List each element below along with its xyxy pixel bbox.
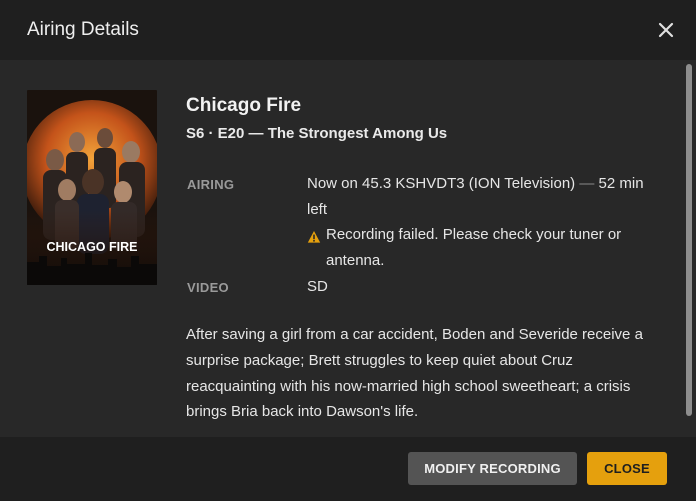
video-label: VIDEO [187, 280, 229, 295]
airing-channel: Now on 45.3 KSHVDT3 (ION Television) [307, 175, 576, 192]
dialog-header: Airing Details [0, 0, 696, 60]
episode-title: S6 · E20 — The Strongest Among Us [186, 125, 448, 142]
dialog-body: CHICAGO FIRE Chicago Fire S6 · E20 — The… [0, 60, 696, 437]
airing-dash: — [579, 175, 595, 192]
body-scrollbar[interactable] [686, 64, 692, 416]
airing-details-dialog: Airing Details CHICAGO FIRE Chicago Fire… [0, 0, 696, 501]
dialog-title: Airing Details [27, 19, 139, 40]
airing-value: Now on 45.3 KSHVDT3 (ION Television) — 5… [307, 171, 657, 273]
video-value: SD [307, 278, 328, 295]
airing-label: AIRING [187, 177, 235, 192]
warning-text: Recording failed. Please check your tune… [326, 226, 622, 269]
close-icon[interactable] [656, 20, 676, 40]
modify-recording-button[interactable]: MODIFY RECORDING [408, 452, 577, 485]
airing-status: Now on 45.3 KSHVDT3 (ION Television) — 5… [307, 171, 657, 222]
close-button[interactable]: CLOSE [587, 452, 667, 485]
show-title: Chicago Fire [186, 95, 302, 116]
show-poster: CHICAGO FIRE [27, 90, 157, 285]
dialog-footer: MODIFY RECORDING CLOSE [0, 437, 696, 501]
poster-title-art: CHICAGO FIRE [47, 240, 138, 254]
episode-summary: After saving a girl from a car accident,… [186, 326, 643, 421]
recording-warning: Recording failed. Please check your tune… [307, 222, 657, 273]
warning-icon [307, 227, 321, 243]
